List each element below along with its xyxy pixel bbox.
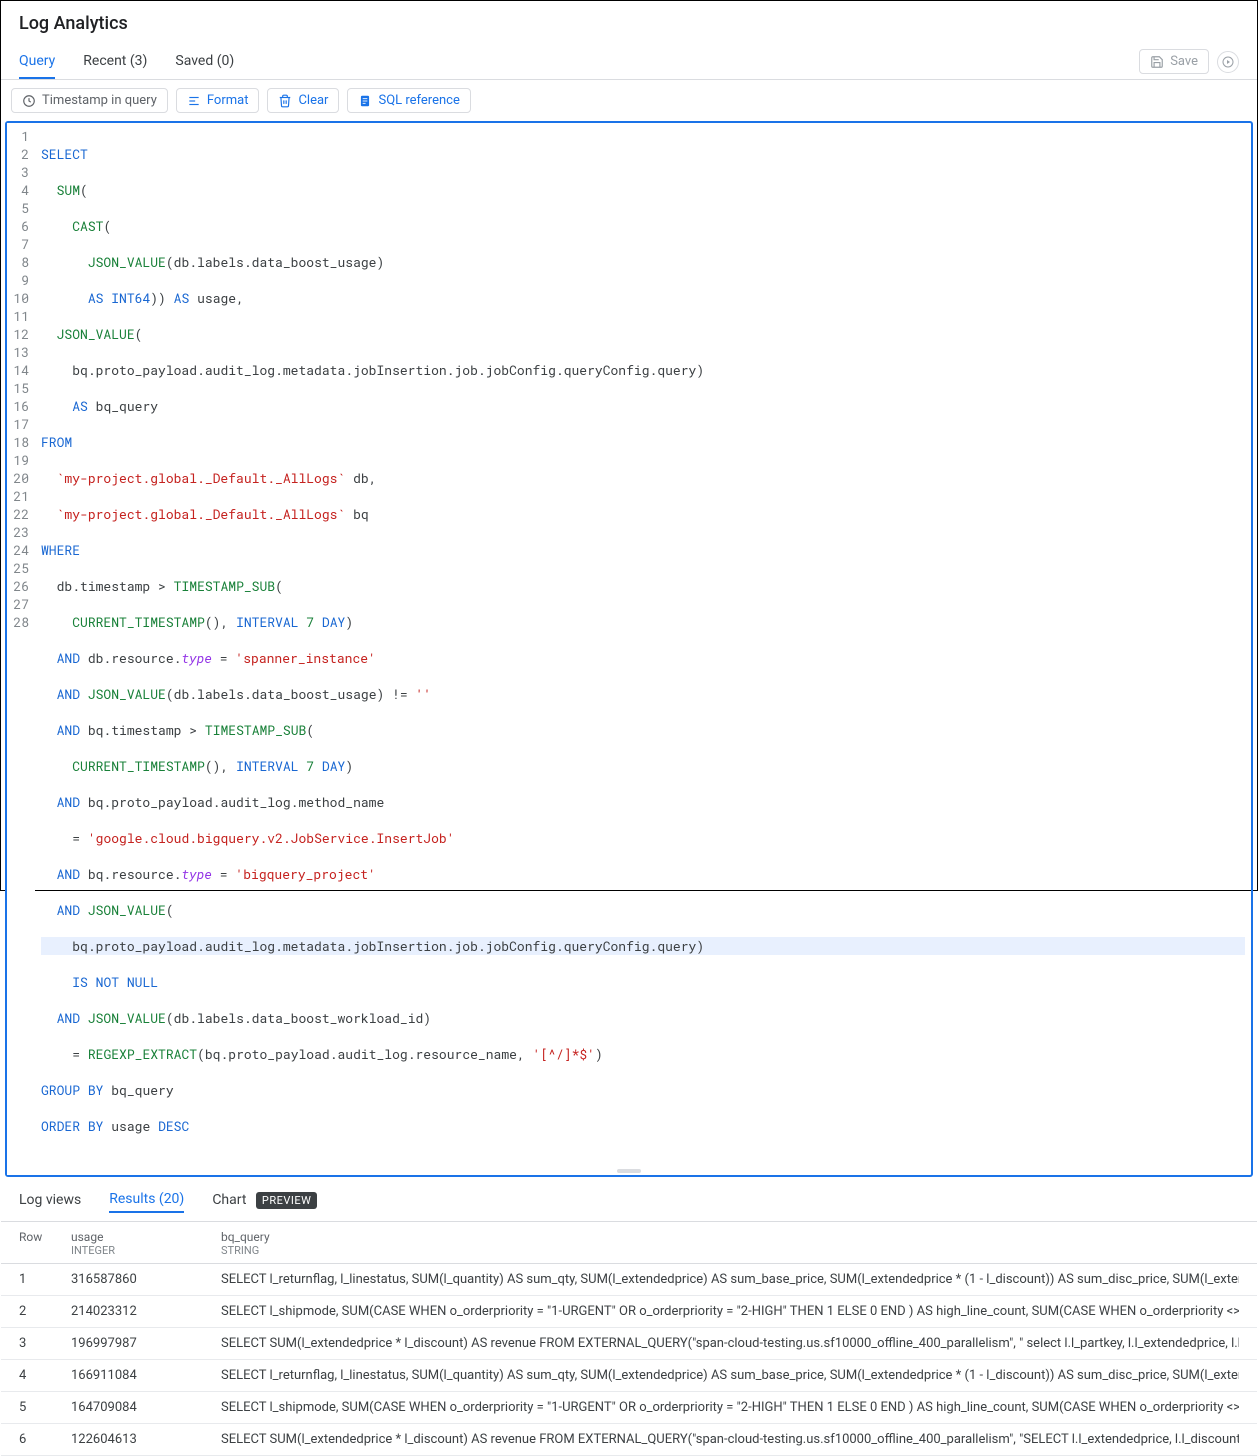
col-usage-label: usage	[71, 1230, 221, 1244]
resize-handle[interactable]	[617, 1169, 641, 1173]
cell-rownum: 4	[19, 1368, 71, 1383]
table-header: Row usage INTEGER bq_query STRING	[1, 1222, 1257, 1264]
clock-icon	[22, 94, 36, 108]
table-row[interactable]: 2214023312SELECT l_shipmode, SUM(CASE WH…	[1, 1296, 1257, 1328]
top-tabbar: Query Recent (3) Saved (0) Save	[1, 44, 1257, 80]
table-row[interactable]: 5164709084SELECT l_shipmode, SUM(CASE WH…	[1, 1392, 1257, 1424]
cell-usage: 164709084	[71, 1400, 221, 1415]
results-table: Row usage INTEGER bq_query STRING 131658…	[1, 1222, 1257, 1456]
format-label: Format	[207, 93, 249, 108]
timestamp-label: Timestamp in query	[42, 93, 157, 108]
col-row-label: Row	[19, 1230, 71, 1244]
cell-query: SELECT l_returnflag, l_linestatus, SUM(l…	[221, 1272, 1239, 1287]
cell-usage: 196997987	[71, 1336, 221, 1351]
clear-button[interactable]: Clear	[267, 88, 339, 113]
sql-reference-button[interactable]: SQL reference	[347, 88, 470, 113]
cell-query: SELECT SUM(l_extendedprice * l_discount)…	[221, 1336, 1239, 1351]
save-icon	[1150, 55, 1164, 69]
col-query-type: STRING	[221, 1244, 1239, 1257]
results-tabbar: Log views Results (20) Chart PREVIEW	[1, 1177, 1257, 1222]
table-row[interactable]: 4166911084SELECT l_returnflag, l_linesta…	[1, 1360, 1257, 1392]
clear-label: Clear	[298, 93, 328, 108]
table-row[interactable]: 1316587860SELECT l_returnflag, l_linesta…	[1, 1264, 1257, 1296]
cell-rownum: 6	[19, 1432, 71, 1447]
tab-chart-label: Chart	[212, 1192, 246, 1208]
editor-toolbar: Timestamp in query Format Clear SQL refe…	[1, 80, 1257, 121]
tab-saved[interactable]: Saved (0)	[175, 45, 234, 79]
cell-rownum: 5	[19, 1400, 71, 1415]
run-circle-button[interactable]	[1217, 51, 1239, 73]
timestamp-button[interactable]: Timestamp in query	[11, 88, 168, 113]
table-row[interactable]: 3196997987SELECT SUM(l_extendedprice * l…	[1, 1328, 1257, 1360]
table-body: 1316587860SELECT l_returnflag, l_linesta…	[1, 1264, 1257, 1456]
trash-icon	[278, 94, 292, 108]
table-row[interactable]: 6122604613SELECT SUM(l_extendedprice * l…	[1, 1424, 1257, 1456]
cell-query: SELECT SUM(l_extendedprice * l_discount)…	[221, 1432, 1239, 1447]
page-title: Log Analytics	[1, 1, 1257, 44]
sqlref-label: SQL reference	[378, 93, 459, 108]
cell-query: SELECT l_shipmode, SUM(CASE WHEN o_order…	[221, 1400, 1239, 1415]
code-area[interactable]: SELECT SUM( CAST( JSON_VALUE(db.labels.d…	[35, 123, 1251, 1175]
save-button[interactable]: Save	[1139, 49, 1209, 74]
cell-usage: 214023312	[71, 1304, 221, 1319]
cell-query: SELECT l_shipmode, SUM(CASE WHEN o_order…	[221, 1304, 1239, 1319]
col-query-label: bq_query	[221, 1230, 1239, 1244]
cell-usage: 122604613	[71, 1432, 221, 1447]
cell-usage: 316587860	[71, 1272, 221, 1287]
tab-query[interactable]: Query	[19, 45, 55, 79]
cell-usage: 166911084	[71, 1368, 221, 1383]
cell-query: SELECT l_returnflag, l_linestatus, SUM(l…	[221, 1368, 1239, 1383]
sql-editor[interactable]: 1234567891011121314151617181920212223242…	[5, 121, 1253, 1177]
tab-recent[interactable]: Recent (3)	[83, 45, 147, 79]
cell-rownum: 3	[19, 1336, 71, 1351]
tab-results[interactable]: Results (20)	[109, 1187, 184, 1213]
line-gutter: 1234567891011121314151617181920212223242…	[7, 123, 35, 1175]
col-usage-type: INTEGER	[71, 1244, 221, 1257]
preview-badge: PREVIEW	[256, 1192, 317, 1209]
cell-rownum: 1	[19, 1272, 71, 1287]
format-icon	[187, 94, 201, 108]
cell-rownum: 2	[19, 1304, 71, 1319]
format-button[interactable]: Format	[176, 88, 260, 113]
save-label: Save	[1170, 54, 1198, 69]
tab-chart[interactable]: Chart PREVIEW	[212, 1188, 317, 1212]
tab-log-views[interactable]: Log views	[19, 1188, 81, 1212]
doc-icon	[358, 94, 372, 108]
